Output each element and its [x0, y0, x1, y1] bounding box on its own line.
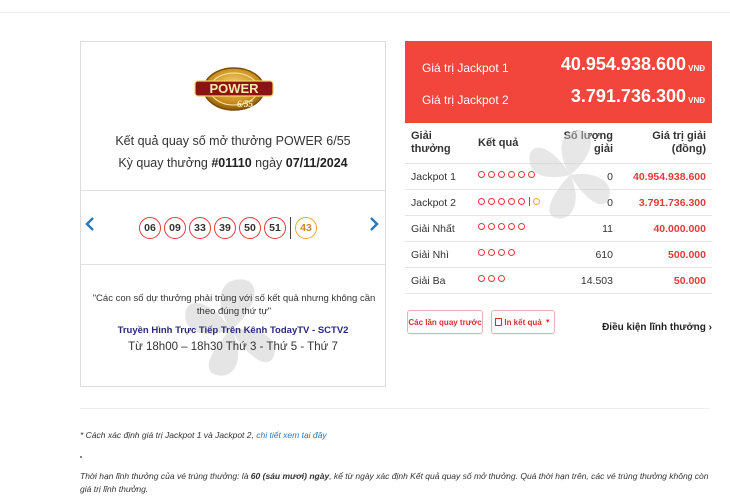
match-pattern — [478, 249, 518, 256]
table-row: Giải Ba 14.503 50.000 — [405, 268, 712, 294]
caret-down-icon: ▼ — [544, 319, 551, 325]
draw-number: #01110 — [211, 156, 252, 170]
jackpot-footnote: * Cách xác định giá trị Jackpot 1 và Jac… — [80, 430, 327, 440]
power-655-logo: POWER 6/55 — [193, 66, 275, 112]
previous-draw-arrow-icon[interactable] — [83, 216, 97, 234]
jackpot-unit: VNĐ — [688, 96, 705, 105]
print-result-label: In kết quả — [504, 317, 542, 327]
bullet-dot — [80, 456, 82, 458]
jackpot-row: Giá trị Jackpot 2 3.791.736.300 VNĐ — [405, 86, 712, 110]
prize-value: 3.791.736.300 — [638, 197, 706, 209]
jackpot-value: 40.954.938.600 — [560, 54, 686, 74]
prize-value: 50.000 — [673, 275, 706, 287]
logo-subtext: 6/55 — [237, 99, 254, 109]
prize-conditions-link[interactable]: Điều kiện lĩnh thưởng › — [602, 322, 712, 333]
draw-result-card: POWER 6/55 Kết quả quay số mở thưởng POW… — [80, 41, 386, 387]
prize-conditions-label: Điều kiện lĩnh thưởng — [602, 322, 706, 333]
header-result: Kết quả — [478, 137, 519, 149]
number-ball: 50 — [239, 217, 261, 239]
header-value: Giá trị giải (đồng) — [652, 130, 706, 155]
print-result-button[interactable]: In kết quả ▼ — [491, 310, 555, 334]
logo-text: POWER — [209, 81, 259, 96]
top-divider — [0, 12, 730, 13]
prize-value: 40.954.938.600 — [633, 171, 706, 183]
prize-name: Giải Nhì — [411, 249, 449, 261]
card-divider — [81, 190, 385, 191]
jackpot-row: Giá trị Jackpot 1 40.954.938.600 VNĐ — [405, 54, 712, 78]
draw-info-mid: ngày — [251, 156, 286, 170]
winning-numbers-row: 06 09 33 39 50 51 43 — [81, 192, 385, 264]
watermark-icon — [529, 129, 610, 219]
redeem-prefix: Thời hạn lĩnh thưởng của vé trúng thưởng… — [80, 471, 251, 481]
draw-info-prefix: Kỳ quay thưởng — [118, 156, 212, 170]
jackpot-label: Giá trị Jackpot 1 — [422, 61, 509, 75]
rules-note: "Các con số dự thưởng phải trùng với số … — [92, 293, 376, 317]
jackpot-value: 3.791.736.300 — [570, 86, 686, 106]
number-ball: 06 — [139, 217, 161, 239]
prize-value: 500.000 — [668, 249, 706, 261]
jackpot-unit: VNĐ — [688, 64, 705, 73]
redeem-period-note: Thời hạn lĩnh thưởng của vé trúng thưởng… — [80, 470, 720, 496]
next-draw-arrow-icon[interactable] — [367, 216, 381, 234]
prize-count: 14.503 — [580, 275, 613, 287]
chevron-right-icon: › — [708, 322, 712, 333]
prize-name: Jackpot 1 — [411, 171, 456, 183]
winning-balls: 06 09 33 39 50 51 43 — [139, 216, 320, 240]
broadcast-schedule: Từ 18h00 – 18h30 Thứ 3 - Thứ 5 - Thứ 7 — [128, 341, 338, 353]
broadcast-channel: Truyền Hình Trực Tiếp Trên Kênh TodayTV … — [117, 325, 349, 336]
result-title: Kết quả quay số mở thưởng POWER 6/55 — [115, 134, 351, 148]
draw-date: 07/11/2024 — [285, 156, 348, 170]
prize-name: Jackpot 2 — [411, 197, 456, 209]
jackpot-values-box: Giá trị Jackpot 1 40.954.938.600 VNĐ Giá… — [405, 41, 712, 123]
prize-count: 610 — [595, 249, 613, 261]
jackpot-label: Giá trị Jackpot 2 — [422, 93, 509, 107]
previous-draws-button[interactable]: Các lần quay trước — [407, 310, 483, 334]
draw-info: Kỳ quay thưởng #01110 ngày 07/11/2024 — [81, 156, 385, 170]
pdf-icon — [495, 318, 503, 326]
number-ball: 09 — [164, 217, 186, 239]
prize-name: Giải Ba — [411, 275, 446, 287]
details-link[interactable]: chi tiết xem tại đây — [256, 430, 326, 440]
card-divider — [81, 264, 385, 265]
prize-value: 40.000.000 — [653, 223, 706, 235]
section-divider — [80, 408, 710, 409]
number-ball: 39 — [214, 217, 236, 239]
number-ball: 33 — [189, 217, 211, 239]
power-ball: 43 — [295, 217, 317, 239]
footnote-text: * Cách xác định giá trị Jackpot 1 và Jac… — [80, 430, 257, 440]
redeem-days: 60 (sáu mươi) ngày — [250, 471, 330, 481]
prize-name: Giải Nhất — [411, 223, 455, 235]
power-ball-divider — [290, 217, 291, 239]
match-pattern — [478, 275, 508, 282]
table-row: Giải Nhì 610 500.000 — [405, 242, 712, 268]
header-prize: Giải thưởng — [411, 130, 451, 155]
number-ball: 51 — [264, 217, 286, 239]
